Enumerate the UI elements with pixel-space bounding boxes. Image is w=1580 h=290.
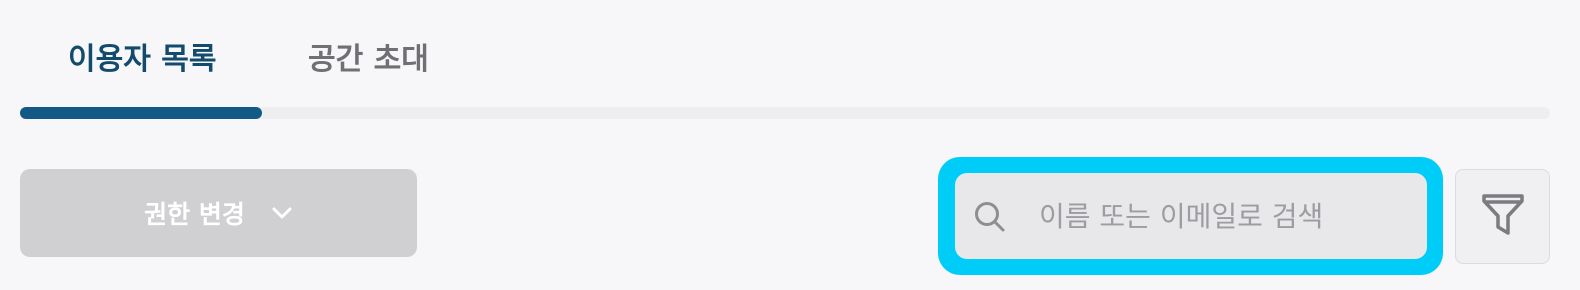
filter-button[interactable] (1455, 169, 1550, 264)
change-permission-button[interactable]: 권한 변경 (20, 169, 417, 257)
filter-icon (1479, 190, 1527, 243)
search-box[interactable] (955, 173, 1427, 259)
chevron-down-icon (271, 206, 293, 220)
tab-space-invite[interactable]: 공간 초대 (308, 40, 429, 80)
tab-active-indicator (20, 107, 262, 119)
search-input[interactable] (1039, 173, 1409, 259)
search-icon (973, 200, 1007, 234)
tab-user-list[interactable]: 이용자 목록 (68, 40, 216, 80)
change-permission-label: 권한 변경 (144, 200, 245, 229)
